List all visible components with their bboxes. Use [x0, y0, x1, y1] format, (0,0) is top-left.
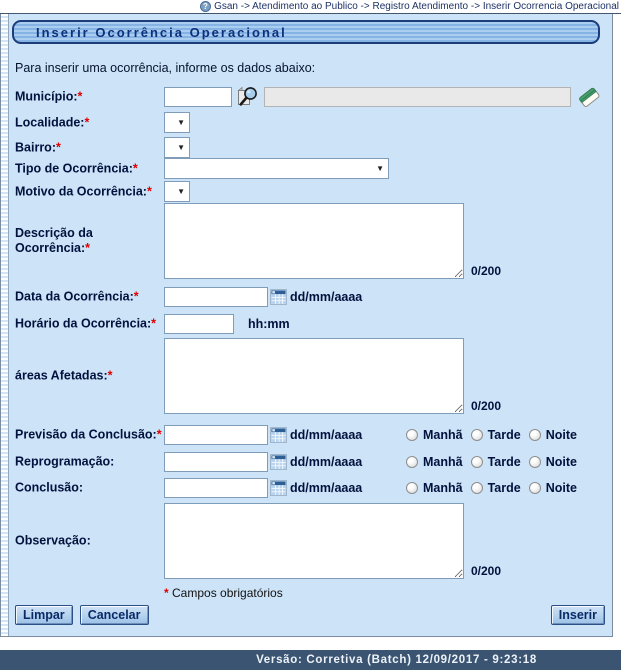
inserir-button[interactable]: Inserir [550, 604, 605, 625]
cancelar-button[interactable]: Cancelar [79, 604, 149, 625]
tipo-ocorrencia-select[interactable]: ▼ [164, 158, 389, 179]
municipio-input[interactable] [164, 86, 232, 107]
required-marker: * [151, 316, 157, 330]
reprogramacao-turno-radios: Manhã Tarde Noite [406, 455, 577, 469]
chevron-down-icon: ▼ [177, 142, 185, 152]
content-panel: Inserir Ocorrência Operacional Para inse… [0, 14, 613, 637]
reprogramacao-label: Reprogramação: [15, 454, 115, 468]
conclusao-label: Conclusão: [15, 480, 84, 494]
localidade-select[interactable]: ▼ [164, 112, 190, 133]
chevron-down-icon: ▼ [376, 163, 384, 173]
data-format-hint: dd/mm/aaaa [290, 289, 363, 304]
bairro-select[interactable]: ▼ [164, 137, 190, 158]
required-marker: * [133, 289, 139, 303]
motivo-ocorrencia-label: Motivo da Ocorrência: [15, 184, 147, 198]
required-marker: * [156, 427, 162, 441]
bairro-row: Bairro:* ▼ [15, 137, 602, 158]
previsao-noite-radio[interactable]: Noite [528, 428, 577, 442]
localidade-row: Localidade:* ▼ [15, 112, 602, 133]
observacao-textarea[interactable] [164, 503, 464, 579]
page-title: Inserir Ocorrência Operacional [36, 24, 287, 40]
previsao-conclusao-label: Previsão da Conclusão: [15, 427, 157, 441]
action-buttons-row: Limpar Cancelar Inserir [15, 604, 605, 625]
previsao-format-hint: dd/mm/aaaa [290, 427, 363, 442]
intro-text: Para inserir uma ocorrência, informe os … [15, 61, 316, 75]
conclusao-tarde-radio[interactable]: Tarde [470, 481, 521, 495]
motivo-ocorrencia-row: Motivo da Ocorrência:* ▼ [15, 181, 602, 202]
horario-ocorrencia-label: Horário da Ocorrência: [15, 316, 152, 330]
observacao-char-counter: 0/200 [471, 564, 502, 578]
horario-format-hint: hh:mm [248, 316, 290, 331]
version-text: Versão: Corretiva (Batch) 12/09/2017 - 9… [256, 654, 537, 666]
reprogramacao-manha-radio[interactable]: Manhã [406, 455, 463, 469]
reprogramacao-format-hint: dd/mm/aaaa [290, 454, 363, 469]
horario-ocorrencia-row: Horário da Ocorrência:* hh:mm [15, 313, 602, 334]
conclusao-format-hint: dd/mm/aaaa [290, 480, 363, 495]
gsan-inserir-ocorrencia-page: { "breadcrumb": { "path": "Gsan -> Atend… [0, 0, 621, 671]
required-fields-note: * Campos obrigatórios [15, 586, 602, 600]
svg-text:?: ? [203, 2, 208, 11]
areas-afetadas-textarea[interactable] [164, 338, 464, 414]
required-marker: * [107, 368, 113, 383]
areas-afetadas-row: áreas Afetadas:* 0/200 [15, 338, 602, 414]
descricao-label: Descrição da Ocorrência: [15, 226, 93, 255]
previsao-tarde-radio[interactable]: Tarde [470, 428, 521, 442]
conclusao-input[interactable] [164, 477, 268, 498]
required-note-text: Campos obrigatórios [172, 586, 283, 600]
observacao-row: Observação: 0/200 [15, 503, 602, 579]
required-marker: * [85, 241, 91, 255]
required-marker: * [84, 115, 90, 129]
areas-afetadas-label: áreas Afetadas: [15, 368, 108, 383]
conclusao-noite-radio[interactable]: Noite [528, 481, 577, 495]
conclusao-manha-radio[interactable]: Manhã [406, 481, 463, 495]
calendar-icon[interactable] [270, 288, 287, 305]
help-icon[interactable]: ? [200, 1, 212, 12]
required-marker: * [55, 140, 61, 154]
previsao-turno-radios: Manhã Tarde Noite [406, 428, 577, 442]
chevron-down-icon: ▼ [177, 186, 185, 196]
previsao-conclusao-row: Previsão da Conclusão:* dd/mm/aaaa Manhã… [15, 424, 602, 445]
required-marker: * [77, 89, 83, 103]
breadcrumb-path: Gsan -> Atendimento ao Publico -> Regist… [214, 1, 619, 12]
tipo-ocorrencia-label: Tipo de Ocorrência: [15, 161, 133, 175]
previsao-conclusao-input[interactable] [164, 424, 268, 445]
reprogramacao-input[interactable] [164, 451, 268, 472]
limpar-button[interactable]: Limpar [15, 604, 73, 625]
localidade-label: Localidade: [15, 115, 85, 129]
municipio-name-display [264, 86, 571, 107]
reprogramacao-noite-radio[interactable]: Noite [528, 455, 577, 469]
page-title-bar: Inserir Ocorrência Operacional [12, 20, 600, 44]
horario-ocorrencia-input[interactable] [164, 313, 234, 334]
version-footer-bar: Versão: Corretiva (Batch) 12/09/2017 - 9… [0, 650, 621, 670]
tipo-ocorrencia-row: Tipo de Ocorrência:* ▼ [15, 158, 602, 179]
search-icon[interactable] [236, 85, 259, 108]
conclusao-turno-radios: Manhã Tarde Noite [406, 481, 577, 495]
motivo-ocorrencia-select[interactable]: ▼ [164, 181, 190, 202]
municipio-row: Município:* [15, 83, 602, 110]
bairro-label: Bairro: [15, 140, 56, 154]
calendar-icon[interactable] [270, 453, 287, 470]
breadcrumb: ? Gsan -> Atendimento ao Publico -> Regi… [0, 0, 621, 14]
required-marker: * [146, 184, 152, 198]
data-ocorrencia-input[interactable] [164, 286, 268, 307]
eraser-icon[interactable] [577, 84, 602, 110]
required-marker: * [132, 161, 138, 175]
calendar-icon[interactable] [270, 426, 287, 443]
observacao-label: Observação: [15, 533, 91, 548]
municipio-label: Município: [15, 89, 78, 103]
reprogramacao-tarde-radio[interactable]: Tarde [470, 455, 521, 469]
data-ocorrencia-row: Data da Ocorrência:* dd/mm/aaaa [15, 286, 602, 307]
required-note-marker: * [164, 586, 169, 600]
chevron-down-icon: ▼ [177, 117, 185, 127]
areas-afetadas-char-counter: 0/200 [471, 399, 502, 413]
previsao-manha-radio[interactable]: Manhã [406, 428, 463, 442]
reprogramacao-row: Reprogramação: dd/mm/aaaa Manhã Tarde No… [15, 451, 602, 472]
data-ocorrencia-label: Data da Ocorrência: [15, 289, 134, 303]
descricao-textarea[interactable] [164, 203, 464, 279]
left-edge-decoration [1, 14, 9, 636]
calendar-icon[interactable] [270, 479, 287, 496]
conclusao-row: Conclusão: dd/mm/aaaa Manhã Tarde Noite [15, 477, 602, 498]
descricao-char-counter: 0/200 [471, 264, 502, 278]
descricao-row: Descrição da Ocorrência:* 0/200 [15, 203, 602, 279]
